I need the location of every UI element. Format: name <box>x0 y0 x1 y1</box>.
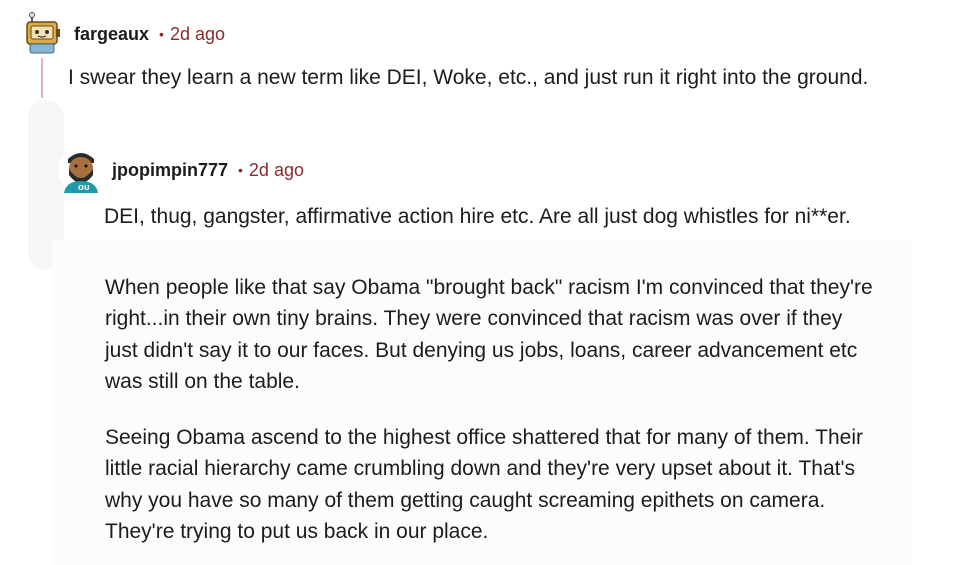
separator-dot: • <box>159 26 164 42</box>
comment-jpopimpin777: OU jpopimpin777 • 2d ago DEI, thug, gang… <box>58 147 918 548</box>
comment-body: DEI, thug, gangster, affirmative action … <box>104 201 918 548</box>
robot-avatar-icon[interactable] <box>20 11 66 57</box>
comment-thread: fargeaux • 2d ago I swear they learn a n… <box>0 0 980 565</box>
comment-body: I swear they learn a new term like DEI, … <box>68 62 960 94</box>
comment-paragraph: I swear they learn a new term like DEI, … <box>68 66 869 89</box>
separator-dot: • <box>238 162 243 178</box>
comment-timestamp[interactable]: 2d ago <box>170 24 225 45</box>
comment-fargeaux: fargeaux • 2d ago I swear they learn a n… <box>20 11 960 94</box>
comment-paragraph: Seeing Obama ascend to the highest offic… <box>105 425 863 544</box>
svg-text:OU: OU <box>78 184 90 192</box>
bearded-man-avatar-icon[interactable]: OU <box>58 147 104 193</box>
comment-header: OU jpopimpin777 • 2d ago <box>58 147 918 193</box>
comment-username[interactable]: fargeaux <box>74 24 149 45</box>
comment-header: fargeaux • 2d ago <box>20 11 960 57</box>
comment-paragraph: DEI, thug, gangster, affirmative action … <box>104 205 851 228</box>
comment-username[interactable]: jpopimpin777 <box>112 160 228 181</box>
comment-timestamp[interactable]: 2d ago <box>249 160 304 181</box>
comment-paragraph: When people like that say Obama "brought… <box>105 275 873 394</box>
